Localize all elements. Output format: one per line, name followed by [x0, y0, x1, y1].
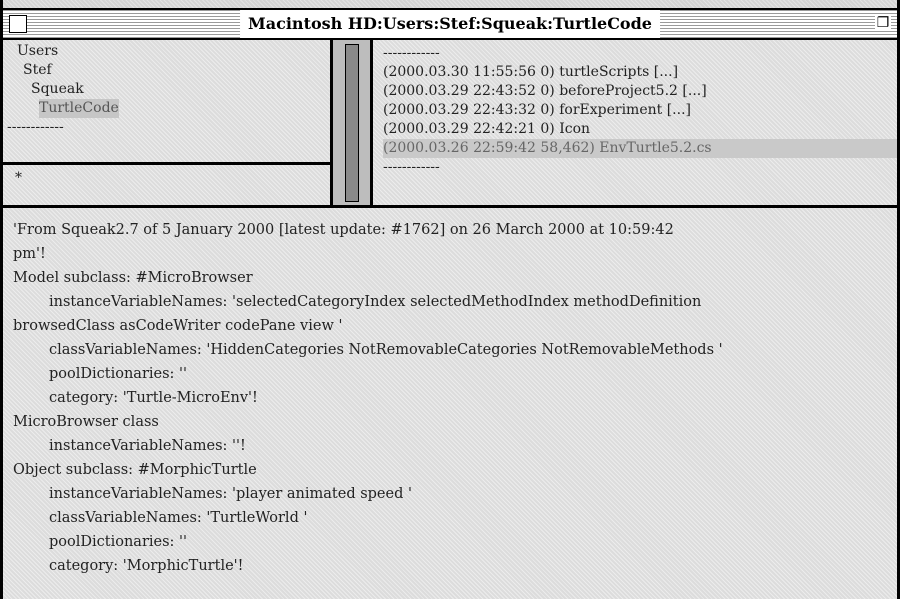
- code-line: instanceVariableNames: 'selectedCategory…: [49, 294, 702, 310]
- file-item-icon[interactable]: (2000.03.29 22:42:21 0) Icon: [383, 120, 897, 139]
- file-item-beforeproject[interactable]: (2000.03.29 22:43:52 0) beforeProject5.2…: [383, 82, 897, 101]
- directory-item-stef[interactable]: Stef: [3, 61, 330, 80]
- selected-file-label: (2000.03.26 22:59:42 58,462) EnvTurtle5.…: [383, 139, 897, 158]
- selected-directory-label: TurtleCode: [39, 99, 119, 118]
- file-contents-pane[interactable]: 'From Squeak2.7 of 5 January 2000 [lates…: [3, 205, 897, 599]
- code-line: Model subclass: #MicroBrowser: [13, 270, 253, 286]
- scrollbar[interactable]: [333, 40, 373, 205]
- scrollbar-thumb[interactable]: [345, 44, 359, 202]
- code-line: category: 'Turtle-MicroEnv'!: [49, 390, 258, 406]
- directory-separator: ------------: [7, 119, 64, 135]
- file-item-forexperiment[interactable]: (2000.03.29 22:43:32 0) forExperiment [.…: [383, 101, 897, 120]
- directory-item-squeak[interactable]: Squeak: [3, 80, 330, 99]
- file-separator-bottom: ------------: [383, 159, 440, 175]
- code-line: category: 'MorphicTurtle'!: [49, 558, 244, 574]
- code-line: classVariableNames: 'TurtleWorld ': [49, 510, 308, 526]
- code-line: classVariableNames: 'HiddenCategories No…: [49, 342, 723, 358]
- file-list-window: Macintosh HD:Users:Stef:Squeak:TurtleCod…: [0, 0, 900, 599]
- directory-item-users[interactable]: Users: [3, 42, 330, 61]
- file-list[interactable]: ------------ (2000.03.30 11:55:56 0) tur…: [373, 40, 897, 205]
- code-line: MicroBrowser class: [13, 414, 159, 430]
- code-line: 'From Squeak2.7 of 5 January 2000 [lates…: [13, 222, 674, 238]
- pattern-pane[interactable]: *: [3, 165, 333, 205]
- file-item-turtlescripts[interactable]: (2000.03.30 11:55:56 0) turtleScripts [.…: [383, 63, 897, 82]
- code-line: pm'!: [13, 246, 46, 262]
- window-title: Macintosh HD:Users:Stef:Squeak:TurtleCod…: [240, 10, 660, 38]
- pattern-field[interactable]: *: [15, 170, 22, 186]
- collapse-icon[interactable]: ❐: [875, 15, 891, 31]
- code-line: poolDictionaries: '': [49, 366, 187, 382]
- code-line: instanceVariableNames: 'player animated …: [49, 486, 412, 502]
- directory-item-turtlecode[interactable]: TurtleCode: [3, 99, 330, 118]
- close-box[interactable]: [9, 15, 27, 33]
- code-line: instanceVariableNames: ''!: [49, 438, 246, 454]
- code-line: Object subclass: #MorphicTurtle: [13, 462, 257, 478]
- code-line: browsedClass asCodeWriter codePane view …: [13, 318, 343, 334]
- file-item-envturtle[interactable]: (2000.03.26 22:59:42 58,462) EnvTurtle5.…: [383, 139, 897, 158]
- code-line: poolDictionaries: '': [49, 534, 187, 550]
- directory-list[interactable]: Users Stef Squeak TurtleCode -----------…: [3, 40, 333, 165]
- title-bar[interactable]: Macintosh HD:Users:Stef:Squeak:TurtleCod…: [3, 8, 897, 40]
- file-separator-top: ------------: [383, 45, 440, 61]
